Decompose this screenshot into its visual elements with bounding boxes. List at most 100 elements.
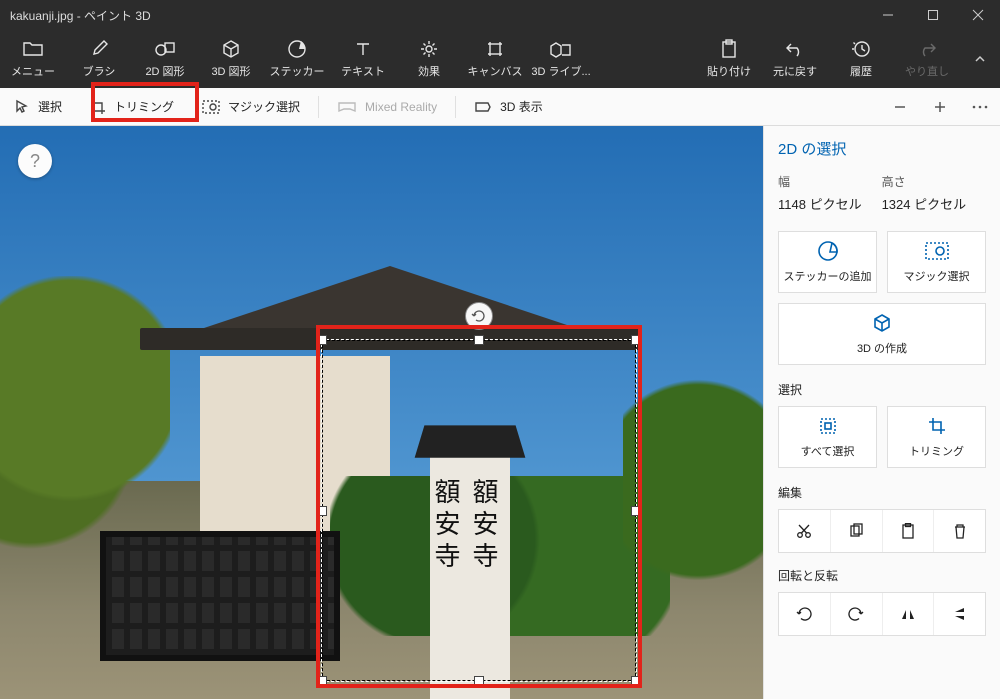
height-value: 1324 ピクセル [882, 194, 967, 213]
select-tool[interactable]: 選択 [0, 88, 76, 126]
canvas-icon [485, 39, 505, 59]
shapes3d-button[interactable]: 3D 図形 [198, 34, 264, 84]
make-3d-button[interactable]: 3D の作成 [778, 303, 986, 365]
text-button[interactable]: テキスト [330, 34, 396, 84]
handle-s[interactable] [474, 676, 484, 686]
panel-title: 2D の選択 [778, 138, 986, 159]
handle-w[interactable] [317, 506, 327, 516]
crop-label: トリミング [114, 98, 174, 115]
lib3d-icon [550, 39, 572, 59]
undo-button[interactable]: 元に戻す [762, 34, 828, 84]
canvas-button[interactable]: キャンバス [462, 34, 528, 84]
history-icon [851, 39, 871, 59]
handle-ne[interactable] [631, 335, 641, 345]
panel-crop-button[interactable]: トリミング [887, 406, 986, 468]
close-button[interactable] [955, 0, 1000, 30]
titlebar: kakuanji.jpg - ペイント 3D [0, 0, 1000, 30]
panel-crop-label: トリミング [909, 443, 964, 459]
select-all-icon [819, 415, 837, 437]
dimensions-row: 幅 1148 ピクセル 高さ 1324 ピクセル [778, 173, 986, 213]
effects-icon [419, 39, 439, 59]
select-label: 選択 [38, 98, 62, 115]
paste-button[interactable]: 貼り付け [696, 34, 762, 84]
collapse-ribbon-button[interactable] [960, 34, 1000, 84]
handle-se[interactable] [631, 676, 641, 686]
flip-vertical-button[interactable] [933, 593, 985, 635]
select-all-label: すべて選択 [801, 443, 855, 459]
paste-icon [720, 39, 738, 59]
magic-label: マジック選択 [228, 98, 300, 115]
cube-icon [872, 312, 892, 334]
maximize-button[interactable] [910, 0, 955, 30]
shapes2d-button[interactable]: 2D 図形 [132, 34, 198, 84]
handle-n[interactable] [474, 335, 484, 345]
cube-icon [221, 39, 241, 59]
magic-select-button[interactable]: マジック選択 [887, 231, 986, 293]
magic-select-icon [925, 240, 949, 262]
scene-fence [100, 531, 340, 661]
shapes3d-label: 3D 図形 [211, 63, 250, 79]
cut-button[interactable] [779, 510, 830, 552]
add-sticker-button[interactable]: ステッカーの追加 [778, 231, 877, 293]
shapes2d-icon [154, 39, 176, 59]
effects-label: 効果 [418, 63, 440, 79]
magic-select-label: マジック選択 [904, 268, 970, 284]
brush-label: ブラシ [83, 63, 116, 79]
crop-icon [928, 415, 946, 437]
zoom-in-button[interactable] [920, 88, 960, 126]
handle-e[interactable] [631, 506, 641, 516]
undo-label: 元に戻す [773, 63, 817, 79]
text-label: テキスト [341, 63, 385, 79]
zoom-out-button[interactable] [880, 88, 920, 126]
effects-button[interactable]: 効果 [396, 34, 462, 84]
side-panel: 2D の選択 幅 1148 ピクセル 高さ 1324 ピクセル ステッカーの追加… [763, 126, 1000, 699]
height-label: 高さ [882, 173, 967, 190]
selection-section-label: 選択 [778, 381, 986, 398]
handle-nw[interactable] [317, 335, 327, 345]
view3d-tool[interactable]: 3D 表示 [460, 88, 557, 126]
sticker-label: ステッカー [270, 63, 325, 79]
handle-sw[interactable] [317, 676, 327, 686]
rotate-ccw-button[interactable] [779, 593, 830, 635]
redo-button: やり直し [894, 34, 960, 84]
canvas-label: キャンバス [468, 63, 523, 79]
sticker-icon [817, 240, 839, 262]
flip-horizontal-button[interactable] [882, 593, 934, 635]
view3d-label: 3D 表示 [500, 98, 543, 115]
select-all-button[interactable]: すべて選択 [778, 406, 877, 468]
menu-label: メニュー [11, 63, 55, 79]
folder-icon [22, 39, 44, 59]
selection-marquee[interactable] [321, 339, 637, 682]
rotate-handle[interactable] [465, 302, 493, 330]
rotate-section-label: 回転と反転 [778, 567, 986, 584]
rotate-cw-button[interactable] [830, 593, 882, 635]
help-button[interactable]: ? [18, 144, 52, 178]
redo-icon [917, 39, 937, 59]
copy-button[interactable] [830, 510, 882, 552]
mixed-label: Mixed Reality [365, 100, 437, 114]
scene-tree-right [623, 376, 763, 636]
brush-button[interactable]: ブラシ [66, 34, 132, 84]
lib3d-button[interactable]: 3D ライブ... [528, 34, 594, 84]
sticker-icon [287, 39, 307, 59]
delete-button[interactable] [933, 510, 985, 552]
menu-button[interactable]: メニュー [0, 34, 66, 84]
ribbon: メニュー ブラシ 2D 図形 3D 図形 ステッカー テキスト 効果 キャンバス… [0, 30, 1000, 88]
sub-toolbar: 選択 トリミング マジック選択 Mixed Reality 3D 表示 [0, 88, 1000, 126]
crop-tool[interactable]: トリミング [76, 88, 188, 126]
history-label: 履歴 [850, 63, 872, 79]
canvas-area[interactable]: 額安寺 額安寺 ? [0, 126, 763, 699]
sticker-button[interactable]: ステッカー [264, 34, 330, 84]
add-sticker-label: ステッカーの追加 [784, 268, 872, 284]
minimize-button[interactable] [865, 0, 910, 30]
edit-section-label: 編集 [778, 484, 986, 501]
more-button[interactable] [960, 88, 1000, 126]
paste-label: 貼り付け [707, 63, 751, 79]
scene-tree [0, 276, 170, 556]
magic-select-tool[interactable]: マジック選択 [188, 88, 314, 126]
lib3d-label: 3D ライブ... [531, 63, 590, 79]
width-label: 幅 [778, 173, 862, 190]
history-button[interactable]: 履歴 [828, 34, 894, 84]
rotate-row [778, 592, 986, 636]
paste-panel-button[interactable] [882, 510, 934, 552]
